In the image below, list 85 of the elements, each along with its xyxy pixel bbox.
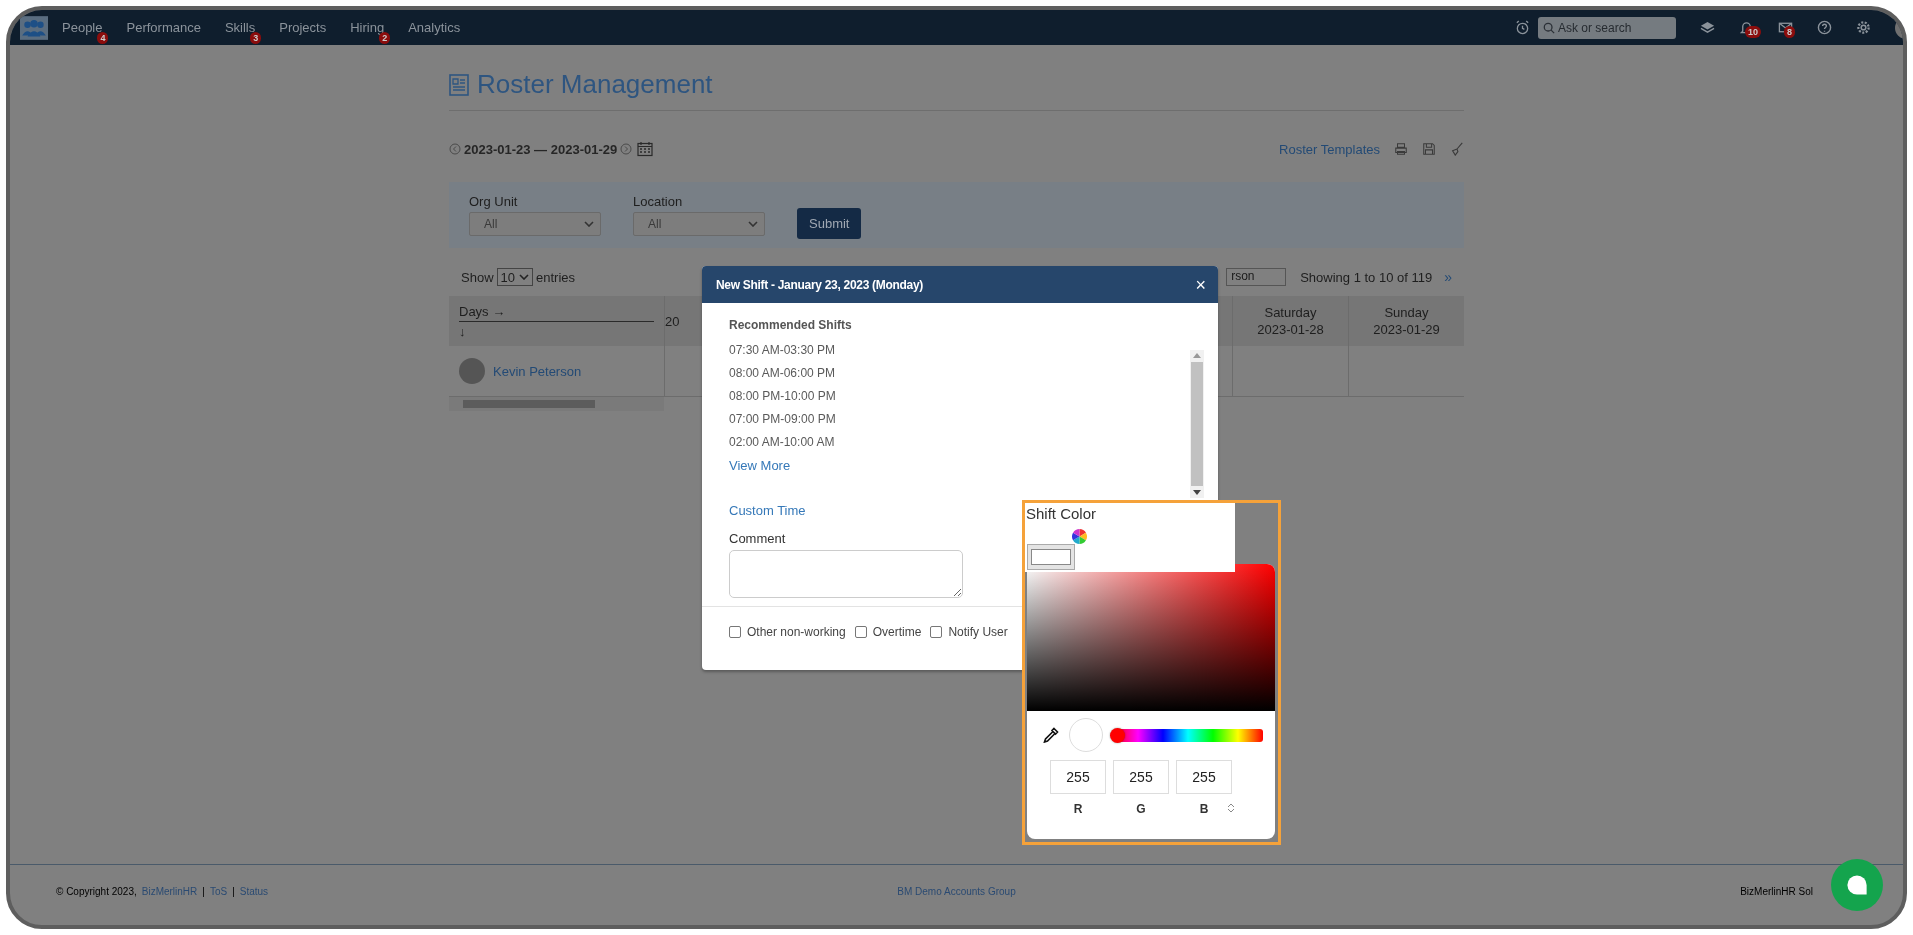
comment-field[interactable] [729, 550, 963, 598]
nav-link[interactable]: Projects [279, 20, 327, 35]
show-label: Show [461, 269, 494, 285]
color-swatch[interactable] [1027, 544, 1075, 570]
shift-option[interactable]: 07:30 AM-03:30 PM [729, 343, 836, 357]
search-icon [1543, 21, 1555, 34]
channel-label: R [1073, 802, 1083, 816]
close-button[interactable]: × [1195, 275, 1206, 294]
column-header: Days → ↓ [449, 296, 664, 346]
channel-label: G [1136, 802, 1146, 816]
save-icon[interactable] [1422, 142, 1436, 156]
horizontal-scrollbar[interactable] [449, 397, 664, 411]
count-badge: 10 [1745, 26, 1761, 38]
field-label: Shift Color [1026, 505, 1097, 522]
color-wheel-icon[interactable] [1072, 529, 1087, 544]
dropdown[interactable]: All [469, 212, 601, 236]
chat-bubble-icon [1845, 873, 1869, 897]
calendar-icon[interactable] [637, 141, 654, 157]
nav-link[interactable]: Performance [126, 20, 201, 35]
pagination-info: Showing 1 to 10 of 119 [1300, 269, 1433, 285]
checkbox[interactable] [729, 626, 741, 638]
color-value-field[interactable]: 255 [1176, 760, 1232, 794]
separator: | [202, 885, 205, 897]
checkbox-label: Other non-working [747, 625, 846, 639]
color-value-field[interactable]: 255 [1050, 760, 1106, 794]
nav-link[interactable]: Analytics [408, 20, 461, 35]
avatar [459, 358, 485, 384]
shift-option[interactable]: 08:00 PM-10:00 PM [729, 389, 836, 403]
count-badge: 8 [1784, 26, 1795, 38]
caret-icon [519, 274, 529, 280]
broom-icon[interactable] [1450, 142, 1464, 156]
page-title: Roster Management [477, 69, 713, 100]
copyright-text: © Copyright 2023, [56, 885, 137, 897]
caret-icon [584, 221, 594, 227]
eyedropper-icon[interactable] [1043, 727, 1059, 743]
filter-label: Org Unit [469, 194, 519, 209]
checkbox[interactable] [930, 626, 943, 638]
vertical-scrollbar[interactable] [1190, 350, 1204, 498]
color-preview [1069, 718, 1103, 752]
slider-thumb[interactable] [1110, 727, 1125, 743]
help-icon[interactable] [1817, 20, 1832, 35]
nav-link[interactable]: Hiring [350, 20, 385, 35]
dropdown[interactable]: All [633, 212, 765, 236]
shift-option[interactable]: 07:00 PM-09:00 PM [729, 412, 836, 426]
checkbox[interactable] [854, 626, 867, 638]
column-header: Sunday 2023-01-29 [1348, 296, 1464, 346]
chat-button[interactable] [1831, 859, 1883, 911]
color-value-field[interactable]: 255 [1113, 760, 1169, 794]
section-title: Recommended Shifts [729, 318, 853, 332]
scroll-down-icon[interactable] [1193, 490, 1201, 495]
separator: | [232, 885, 235, 897]
layers-icon[interactable] [1700, 20, 1715, 35]
submit-button[interactable]: Submit [797, 207, 862, 239]
footer-text: BizMerlinHR Sol [1740, 885, 1813, 897]
checkbox-label: Notify User [948, 625, 1008, 639]
entries-label: entries [536, 269, 576, 285]
nav-link[interactable]: People [62, 20, 103, 35]
shift-option[interactable]: 08:00 AM-06:00 PM [729, 366, 836, 380]
column-header: Saturday 2023-01-28 [1232, 296, 1348, 346]
settings-icon[interactable] [1856, 20, 1871, 35]
dialog-title: New Shift - January 23, 2023 (Monday) [716, 277, 923, 292]
nav-link[interactable]: Skills [224, 20, 256, 35]
printer-icon[interactable] [1394, 142, 1408, 156]
count-badge: 3 [250, 32, 262, 44]
date-range: 2023-01-23 — 2023-01-29 [464, 141, 618, 157]
search-field[interactable]: rson [1226, 268, 1287, 286]
people-logo-icon[interactable] [20, 15, 48, 40]
hue-slider[interactable] [1113, 728, 1263, 742]
checkbox-label: Overtime [872, 625, 922, 639]
count-badge: 4 [97, 32, 109, 44]
caret-icon [748, 221, 758, 227]
scroll-up-icon[interactable] [1193, 353, 1201, 358]
comment-label: Comment [729, 531, 786, 546]
channel-label: B [1199, 802, 1209, 816]
alarm-clock-icon[interactable] [1515, 20, 1530, 35]
count-badge: 2 [379, 32, 391, 44]
saturation-panel[interactable] [1027, 564, 1275, 711]
search-field[interactable]: Ask or search [1538, 16, 1676, 39]
shift-option[interactable]: 02:00 AM-10:00 AM [729, 435, 836, 449]
filter-label: Location [633, 194, 684, 209]
page-size-dropdown[interactable]: 10 [496, 268, 533, 286]
switch-mode-icon[interactable] [1227, 802, 1235, 814]
view-more-link[interactable]: View More [729, 458, 836, 473]
organization-name: BM Demo Accounts Group [897, 885, 1016, 897]
document-icon [449, 73, 469, 96]
